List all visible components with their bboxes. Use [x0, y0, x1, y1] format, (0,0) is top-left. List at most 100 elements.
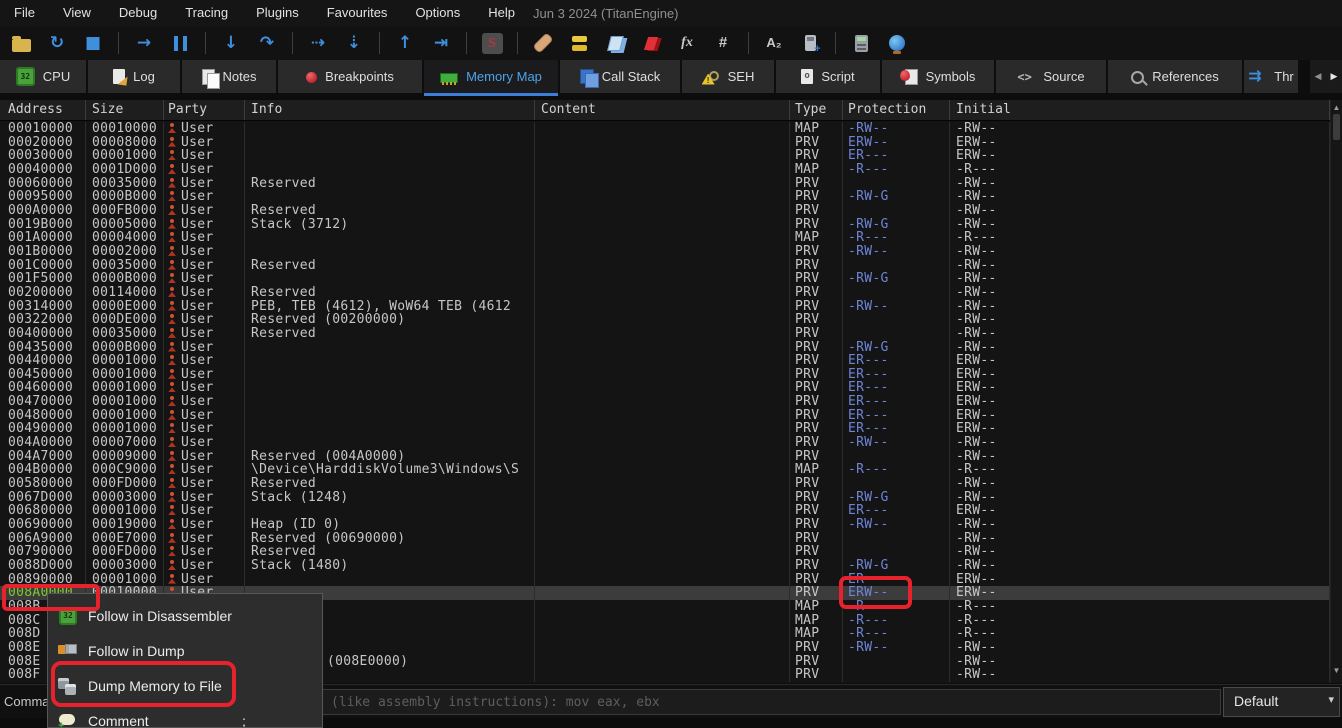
- column-header-address[interactable]: Address: [0, 100, 86, 120]
- menu-item-view[interactable]: View: [49, 0, 105, 26]
- scrollbar-thumb[interactable]: [1333, 114, 1340, 140]
- column-header-initial[interactable]: Initial: [950, 100, 1330, 120]
- memory-row-00060000[interactable]: 0006000000035000UserReservedPRV-RW--: [0, 177, 1330, 191]
- patch-icon[interactable]: [532, 32, 554, 54]
- column-header-protection[interactable]: Protection: [843, 100, 950, 120]
- step-into-icon[interactable]: ↓: [220, 32, 242, 54]
- column-header-info[interactable]: Info: [245, 100, 535, 120]
- column-header-size[interactable]: Size: [86, 100, 164, 120]
- memory-row-00680000[interactable]: 0068000000001000UserPRVER---ERW--: [0, 504, 1330, 518]
- memory-row-00790000[interactable]: 00790000000FD000UserReservedPRV-RW--: [0, 545, 1330, 559]
- column-header-content[interactable]: Content: [535, 100, 790, 120]
- cell-initial: -RW--: [950, 436, 1330, 450]
- tab-notes[interactable]: Notes: [182, 60, 276, 93]
- restart-icon[interactable]: ↻: [46, 32, 68, 54]
- tab-symbols[interactable]: Symbols: [882, 60, 994, 93]
- memory-row-004a0000[interactable]: 004A000000007000UserPRV-RW---RW--: [0, 436, 1330, 450]
- menu-item-tracing[interactable]: Tracing: [171, 0, 242, 26]
- memory-row-00200000[interactable]: 0020000000114000UserReservedPRV-RW--: [0, 286, 1330, 300]
- tab-seh[interactable]: SEH: [682, 60, 774, 93]
- comments-icon[interactable]: [568, 32, 590, 54]
- labels-icon[interactable]: [604, 32, 626, 54]
- memory-row-00030000[interactable]: 0003000000001000UserPRVER---ERW--: [0, 149, 1330, 163]
- stop-icon[interactable]: ■: [82, 32, 104, 54]
- tab-source[interactable]: Source: [996, 60, 1106, 93]
- menu-item-plugins[interactable]: Plugins: [242, 0, 313, 26]
- column-header-type[interactable]: Type: [790, 100, 843, 120]
- memory-row-00010000[interactable]: 0001000000010000UserMAP-RW---RW--: [0, 122, 1330, 136]
- memory-row-001c0000[interactable]: 001C000000035000UserReservedPRV-RW--: [0, 259, 1330, 273]
- ordinals-icon[interactable]: #: [712, 32, 734, 54]
- tab-thr[interactable]: Thr: [1244, 60, 1298, 93]
- profile-dropdown[interactable]: Default ▾: [1223, 687, 1340, 717]
- stop-animation-icon[interactable]: [481, 32, 503, 54]
- user-person-icon: [168, 369, 176, 379]
- memory-row-00890000[interactable]: 0089000000001000UserPRVER---ERW--: [0, 573, 1330, 587]
- open-file-icon[interactable]: [10, 32, 32, 54]
- tab-scroll-left-button[interactable]: ◀: [1310, 60, 1326, 93]
- menu-item-help[interactable]: Help: [474, 0, 529, 26]
- scroll-down-icon[interactable]: ▼: [1331, 666, 1342, 675]
- memory-row-001f5000[interactable]: 001F50000000B000UserPRV-RW-G-RW--: [0, 272, 1330, 286]
- menu-item-file[interactable]: File: [0, 0, 49, 26]
- scroll-up-icon[interactable]: ▲: [1331, 103, 1342, 112]
- memory-row-000a0000[interactable]: 000A0000000FB000UserReservedPRV-RW--: [0, 204, 1330, 218]
- memory-row-006a9000[interactable]: 006A9000000E7000UserReserved (00690000)P…: [0, 532, 1330, 546]
- tab-breakpoints[interactable]: Breakpoints: [278, 60, 422, 93]
- step-out-icon[interactable]: ↑: [394, 32, 416, 54]
- memory-row-00470000[interactable]: 0047000000001000UserPRVER---ERW--: [0, 395, 1330, 409]
- memory-row-001b0000[interactable]: 001B000000002000UserPRV-RW---RW--: [0, 245, 1330, 259]
- memory-row-0019b000[interactable]: 0019B00000005000UserStack (3712)PRV-RW-G…: [0, 218, 1330, 232]
- run-to-user-code-icon[interactable]: ⇥: [430, 32, 452, 54]
- memory-row-00314000[interactable]: 003140000000E000UserPEB, TEB (4612), WoW…: [0, 300, 1330, 314]
- memory-row-00322000[interactable]: 00322000000DE000UserReserved (00200000)P…: [0, 313, 1330, 327]
- memory-row-004b0000[interactable]: 004B0000000C9000User\Device\HarddiskVolu…: [0, 463, 1330, 477]
- cell-type: PRV: [790, 341, 843, 355]
- cell-type: PRV: [790, 477, 843, 491]
- tab-log[interactable]: Log: [88, 60, 180, 93]
- trace-over-icon[interactable]: ⇣: [343, 32, 365, 54]
- tab-cpu[interactable]: CPU: [0, 60, 86, 93]
- context-menu-item-follow-in-dump[interactable]: Follow in Dump: [48, 637, 322, 667]
- memory-row-00690000[interactable]: 0069000000019000UserHeap (ID 0)PRV-RW---…: [0, 518, 1330, 532]
- memory-row-001a0000[interactable]: 001A000000004000UserMAP-R----R---: [0, 231, 1330, 245]
- menu-item-options[interactable]: Options: [401, 0, 474, 26]
- pause-icon[interactable]: [169, 32, 191, 54]
- tab-memory-map[interactable]: Memory Map: [424, 60, 558, 96]
- menu-item-debug[interactable]: Debug: [105, 0, 171, 26]
- memory-row-00040000[interactable]: 000400000001D000UserMAP-R----R---: [0, 163, 1330, 177]
- bookmarks-icon[interactable]: [640, 32, 662, 54]
- column-header-party[interactable]: Party: [164, 100, 245, 120]
- memory-row-004a7000[interactable]: 004A700000009000UserReserved (004A0000)P…: [0, 450, 1330, 464]
- memory-row-00450000[interactable]: 0045000000001000UserPRVER---ERW--: [0, 368, 1330, 382]
- function-icon[interactable]: fx: [676, 32, 698, 54]
- trace-into-icon[interactable]: ⇢: [307, 32, 329, 54]
- cm-cpu-icon: [58, 606, 78, 626]
- memory-row-00020000[interactable]: 0002000000008000UserPRVERW--ERW--: [0, 136, 1330, 150]
- vertical-scrollbar[interactable]: ▲ ▼: [1330, 100, 1342, 683]
- memory-row-00440000[interactable]: 0044000000001000UserPRVER---ERW--: [0, 354, 1330, 368]
- context-menu-item-comment[interactable]: Comment;: [48, 707, 322, 728]
- memory-row-00480000[interactable]: 0048000000001000UserPRVER---ERW--: [0, 409, 1330, 423]
- tab-script[interactable]: Script: [776, 60, 880, 93]
- globe-icon[interactable]: [886, 32, 908, 54]
- menu-item-favourites[interactable]: Favourites: [313, 0, 402, 26]
- memory-row-00435000[interactable]: 004350000000B000UserPRV-RW-G-RW--: [0, 341, 1330, 355]
- context-menu-item-dump-memory-to-file[interactable]: Dump Memory to File: [48, 672, 322, 702]
- memory-row-00490000[interactable]: 0049000000001000UserPRVER---ERW--: [0, 422, 1330, 436]
- memory-row-00095000[interactable]: 000950000000B000UserPRV-RW-G-RW--: [0, 190, 1330, 204]
- memory-row-00460000[interactable]: 0046000000001000UserPRVER---ERW--: [0, 381, 1330, 395]
- assemble-icon[interactable]: [799, 32, 821, 54]
- memory-row-0088d000[interactable]: 0088D00000003000UserStack (1480)PRV-RW-G…: [0, 559, 1330, 573]
- step-over-icon[interactable]: ↷: [256, 32, 278, 54]
- memory-row-0067d000[interactable]: 0067D00000003000UserStack (1248)PRV-RW-G…: [0, 491, 1330, 505]
- tab-scroll-right-button[interactable]: ▶: [1326, 60, 1342, 93]
- case-icon[interactable]: A₂: [763, 32, 785, 54]
- tab-call-stack[interactable]: Call Stack: [560, 60, 680, 93]
- context-menu-item-follow-in-disassembler[interactable]: Follow in Disassembler: [48, 602, 322, 632]
- run-icon[interactable]: →: [133, 32, 155, 54]
- tab-references[interactable]: References: [1108, 60, 1242, 93]
- memory-row-00580000[interactable]: 00580000000FD000UserReservedPRV-RW--: [0, 477, 1330, 491]
- calculator-icon[interactable]: [850, 32, 872, 54]
- memory-row-00400000[interactable]: 0040000000035000UserReservedPRV-RW--: [0, 327, 1330, 341]
